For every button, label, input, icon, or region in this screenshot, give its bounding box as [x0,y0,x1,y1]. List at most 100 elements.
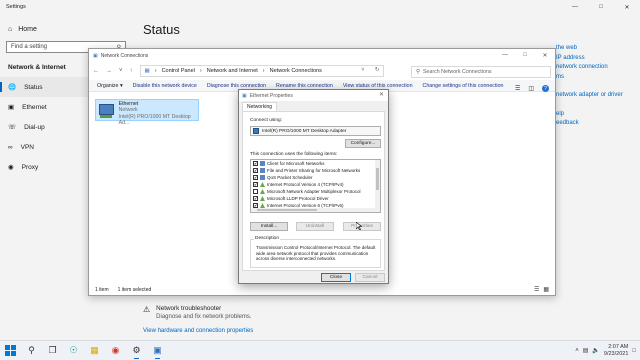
organize-button[interactable]: Organize ▾ [97,83,123,89]
nc-title: Network Connections [100,52,149,59]
control-panel-icon: ▦ [144,68,150,74]
nav-home[interactable]: ⌂ Home [0,14,132,33]
settings-title: Settings [6,4,26,10]
nc-titlebar: ▣ Network Connections [89,49,555,62]
view-status-button[interactable]: View status of this connection [343,83,413,89]
chevron-down-icon[interactable]: ˅ [361,67,364,73]
cancel-button[interactable]: Cancel [355,273,385,282]
related-link[interactable]: network adapter or driver [556,91,640,101]
connection-item-ethernet[interactable]: Ethernet Network Intel(R) PRO/1000 MT De… [95,99,199,126]
breadcrumb-item[interactable]: Network and Internet [207,68,258,74]
uninstall-button[interactable]: Uninstall [296,222,334,231]
search-icon: ⚲ [416,69,420,75]
network-troubleshooter[interactable]: ⚠ Network troubleshooter Diagnose and fi… [143,305,252,320]
configure-button[interactable]: Configure... [345,139,381,148]
rename-button[interactable]: Rename this connection [276,83,333,89]
up-arrow-icon[interactable]: ↑ [130,68,133,74]
warning-icon: ⚠ [143,305,151,314]
chrome-icon[interactable]: ◉ [109,344,122,357]
minimize-icon[interactable]: — [562,1,588,13]
breadcrumb-sep-icon: › [262,68,265,74]
close-icon[interactable]: ✕ [379,91,384,98]
back-arrow-icon[interactable]: ← [93,68,99,74]
ethernet-adapter-icon [98,103,115,119]
view-options-icon[interactable]: ☰ [515,85,520,92]
items-list[interactable]: ✔ Client for Microsoft Networks ✔ File a… [250,159,381,213]
related-link[interactable]: network connection [556,63,640,73]
breadcrumb-sep-icon: › [199,68,202,74]
network-adapter-icon [253,128,259,134]
related-link[interactable]: IP address [556,54,640,64]
troubleshooter-title: Network troubleshooter [156,305,222,312]
nc-search-input[interactable]: ⚲ Search Network Connections [411,66,551,78]
maximize-icon[interactable]: □ [515,49,535,61]
chevron-up-icon[interactable]: ˄ [575,348,579,354]
refresh-icon[interactable]: ↻ [375,67,380,73]
properties-button[interactable]: Properties [343,222,381,231]
network-client-icon [260,161,265,166]
checkbox[interactable]: ✔ [253,196,258,201]
sidebar-item-label: Ethernet [22,103,47,111]
checkbox[interactable]: ✔ [253,175,258,180]
related-link[interactable]: eedback [556,119,640,129]
horizontal-scrollbar[interactable] [251,208,377,212]
hardware-properties-link[interactable]: View hardware and connection properties [143,328,253,334]
network-icon[interactable]: ▤ [583,347,589,354]
control-panel-icon[interactable]: ▣ [151,344,164,359]
close-button[interactable]: Close [321,273,351,282]
disable-device-button[interactable]: Disable this network device [133,83,197,89]
list-item[interactable]: ✔ Client for Microsoft Networks [251,160,380,167]
breadcrumb-item[interactable]: Control Panel [162,68,195,74]
minimize-icon[interactable]: — [495,49,515,61]
search-icon[interactable]: ⚲ [25,344,38,357]
settings-main: Status [143,22,180,37]
list-item[interactable]: ✔ File and Printer Sharing for Microsoft… [251,167,380,174]
vertical-scrollbar[interactable] [375,160,380,212]
settings-gear-icon[interactable]: ⚙ [130,344,143,359]
related-link[interactable]: elp [556,110,640,120]
network-service-icon [260,168,265,173]
page-title: Status [143,22,180,37]
breadcrumb-item[interactable]: Network Connections [270,68,322,74]
list-item[interactable]: ✔ Internet Protocol Version 4 (TCP/IPv4) [251,181,380,188]
diagnose-button[interactable]: Diagnose this connection [207,83,266,89]
edge-browser-icon[interactable]: ☉ [67,344,80,357]
clock[interactable]: 2:07 AM 9/23/2021 [604,344,628,357]
close-icon[interactable]: ✕ [614,1,640,13]
proxy-icon: ◉ [8,164,14,171]
description-text: Transmission Control Protocol/Internet P… [256,245,376,261]
vpn-icon: ∞ [8,143,13,151]
maximize-icon[interactable]: □ [588,1,614,13]
address-bar[interactable]: ▦ › Control Panel › Network and Internet… [139,65,384,77]
taskbar: ⚲ ❐ ☉ ▦ ◉ ⚙ ▣ ˄ ▤ 🔈 2:07 AM 9/23/2021 □ [0,340,640,360]
close-icon[interactable]: ✕ [535,49,555,61]
checkbox[interactable]: ✔ [253,182,258,187]
protocol-icon [260,196,265,201]
list-item[interactable]: Microsoft Network Adapter Multiplexor Pr… [251,188,380,195]
task-view-icon[interactable]: ❐ [46,344,59,357]
notifications-icon[interactable]: □ [632,348,636,354]
change-settings-button[interactable]: Change settings of this connection [423,83,504,89]
related-link[interactable]: the web [556,44,640,54]
tab-networking[interactable]: Networking [242,102,278,111]
install-button[interactable]: Install... [250,222,288,231]
forward-arrow-icon[interactable]: → [106,68,112,74]
mouse-cursor-icon [356,222,362,230]
selected-count: 1 item selected [117,287,152,293]
start-icon[interactable] [4,344,17,357]
large-icons-view-icon[interactable]: ▦ [543,286,549,293]
clock-date: 9/23/2021 [603,350,629,357]
list-item[interactable]: ✔ Microsoft LLDP Protocol Driver [251,195,380,202]
checkbox[interactable] [253,189,258,194]
list-item-label: Client for Microsoft Networks [267,161,325,166]
list-item[interactable]: ✔ QoS Packet Scheduler [251,174,380,181]
details-view-icon[interactable]: ☰ [534,286,539,293]
preview-pane-icon[interactable]: ◫ [528,85,534,92]
file-explorer-icon[interactable]: ▦ [88,344,101,357]
checkbox[interactable]: ✔ [253,161,258,166]
help-icon[interactable]: ? [542,85,549,92]
volume-icon[interactable]: 🔈 [592,347,599,354]
checkbox[interactable]: ✔ [253,168,258,173]
related-link[interactable]: ms [556,73,640,83]
recent-chevron-icon[interactable]: ˅ [119,68,123,74]
